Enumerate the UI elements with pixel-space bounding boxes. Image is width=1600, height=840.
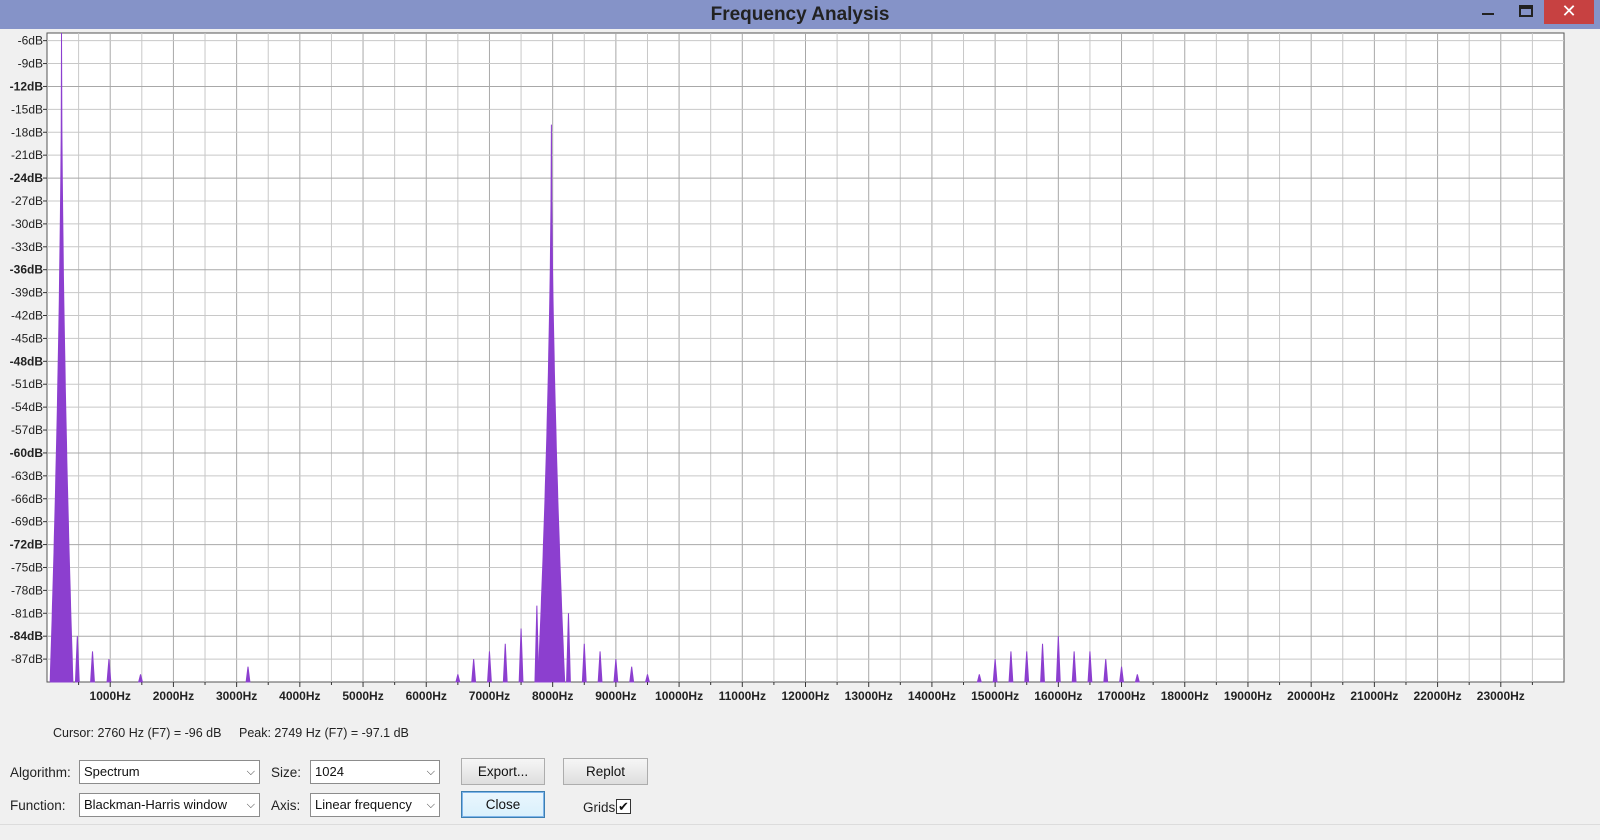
x-tick-label: 8000Hz xyxy=(532,689,573,703)
x-tick-label: 15000Hz xyxy=(971,689,1019,703)
maximize-icon xyxy=(1519,5,1533,17)
x-tick-label: 6000Hz xyxy=(406,689,447,703)
x-tick-label: 5000Hz xyxy=(342,689,383,703)
chevron-down-icon: ⌵ xyxy=(246,766,255,778)
y-tick-label: -33dB xyxy=(11,240,43,254)
y-tick-label: -84dB xyxy=(10,629,44,643)
x-tick-label: 18000Hz xyxy=(1161,689,1209,703)
x-tick-label: 9000Hz xyxy=(595,689,636,703)
close-icon: ✕ xyxy=(1561,1,1577,21)
y-tick-label: -39dB xyxy=(11,286,43,300)
grids-checkbox[interactable]: ✔ xyxy=(616,799,631,814)
algorithm-value: Spectrum xyxy=(84,764,140,779)
axis-value: Linear frequency xyxy=(315,797,412,812)
x-tick-label: 23000Hz xyxy=(1477,689,1525,703)
export-button[interactable]: Export... xyxy=(461,758,545,785)
x-tick-label: 3000Hz xyxy=(216,689,257,703)
x-tick-label: 20000Hz xyxy=(1287,689,1335,703)
algorithm-label: Algorithm: xyxy=(10,765,71,780)
function-select[interactable]: Blackman-Harris window ⌵ xyxy=(79,793,260,817)
y-tick-label: -54dB xyxy=(11,400,43,414)
y-tick-label: -9dB xyxy=(18,57,43,71)
chevron-down-icon: ⌵ xyxy=(426,799,435,811)
y-tick-label: -60dB xyxy=(10,446,44,460)
replot-button[interactable]: Replot xyxy=(563,758,648,785)
y-tick-label: -12dB xyxy=(10,79,44,93)
x-tick-label: 21000Hz xyxy=(1350,689,1398,703)
chevron-down-icon: ⌵ xyxy=(426,766,435,778)
y-tick-label: -45dB xyxy=(11,331,43,345)
x-tick-label: 22000Hz xyxy=(1414,689,1462,703)
x-tick-label: 13000Hz xyxy=(845,689,893,703)
y-tick-label: -87dB xyxy=(11,652,43,666)
x-tick-label: 19000Hz xyxy=(1224,689,1272,703)
spectrum-plot[interactable]: -6dB -9dB -12dB -15dB -18dB -21dB -24dB -27dB -3… xyxy=(0,29,1600,719)
x-tick-label: 7000Hz xyxy=(469,689,510,703)
y-tick-label: -69dB xyxy=(11,515,43,529)
x-tick-label: 17000Hz xyxy=(1098,689,1146,703)
x-tick-label: 11000Hz xyxy=(719,689,766,703)
close-window-button[interactable]: ✕ xyxy=(1544,0,1594,24)
x-tick-label: 2000Hz xyxy=(153,689,194,703)
frequency-analysis-window: Frequency Analysis ✕ -6dB -9dB -12dB -15dB -… xyxy=(0,0,1600,840)
x-tick-label: 4000Hz xyxy=(279,689,320,703)
window-title: Frequency Analysis xyxy=(710,4,890,25)
title-bar[interactable]: Frequency Analysis ✕ xyxy=(0,0,1600,29)
y-tick-label: -57dB xyxy=(11,423,43,437)
size-value: 1024 xyxy=(315,764,344,779)
size-label: Size: xyxy=(271,765,302,780)
y-tick-label: -6dB xyxy=(18,34,43,48)
y-tick-label: -21dB xyxy=(11,148,43,162)
y-tick-label: -18dB xyxy=(11,125,43,139)
y-tick-label: -48dB xyxy=(10,354,44,368)
y-tick-label: -81dB xyxy=(11,606,43,620)
x-tick-label: 12000Hz xyxy=(781,689,829,703)
y-tick-label: -72dB xyxy=(10,538,44,552)
size-select[interactable]: 1024 ⌵ xyxy=(310,760,440,784)
chevron-down-icon: ⌵ xyxy=(246,799,255,811)
maximize-button[interactable] xyxy=(1508,0,1544,24)
cursor-readout: Cursor: 2760 Hz (F7) = -96 dB xyxy=(53,726,222,740)
function-label: Function: xyxy=(10,798,66,813)
algorithm-select[interactable]: Spectrum ⌵ xyxy=(79,760,260,784)
y-tick-label: -42dB xyxy=(11,309,43,323)
y-tick-label: -63dB xyxy=(11,469,43,483)
peak-readout: Peak: 2749 Hz (F7) = -97.1 dB xyxy=(239,726,409,740)
x-tick-label: 14000Hz xyxy=(908,689,956,703)
status-bar xyxy=(0,824,1600,840)
y-tick-label: -78dB xyxy=(11,583,43,597)
y-tick-label: -36dB xyxy=(10,263,44,277)
axis-label: Axis: xyxy=(271,798,301,813)
y-tick-label: -27dB xyxy=(11,194,43,208)
y-tick-label: -15dB xyxy=(11,102,43,116)
y-tick-label: -75dB xyxy=(11,560,43,574)
minimize-icon xyxy=(1482,13,1494,15)
grids-label: Grids xyxy=(583,800,616,815)
function-value: Blackman-Harris window xyxy=(84,797,228,812)
x-tick-label: 10000Hz xyxy=(655,689,703,703)
close-button[interactable]: Close xyxy=(461,791,545,818)
y-tick-label: -24dB xyxy=(10,171,44,185)
axis-select[interactable]: Linear frequency ⌵ xyxy=(310,793,440,817)
minimize-button[interactable] xyxy=(1470,0,1506,24)
y-tick-label: -66dB xyxy=(11,492,43,506)
y-tick-label: -51dB xyxy=(11,377,43,391)
x-tick-label: 1000Hz xyxy=(90,689,131,703)
y-tick-label: -30dB xyxy=(11,217,43,231)
x-tick-label: 16000Hz xyxy=(1034,689,1082,703)
